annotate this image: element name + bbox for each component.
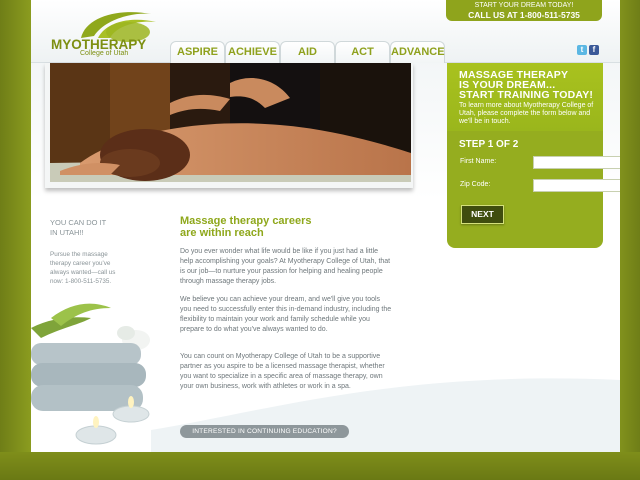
sidebar-heading-line1: YOU CAN DO IT (50, 218, 107, 227)
social-links: t f (577, 45, 599, 55)
footer-band (0, 452, 640, 480)
logo-subtitle: College of Utah (80, 50, 129, 57)
facebook-icon[interactable]: f (589, 45, 599, 55)
tab-act[interactable]: ACT (335, 41, 390, 63)
main-paragraph-1: Do you ever wonder what life would be li… (180, 248, 391, 285)
zip-code-field[interactable] (533, 179, 620, 192)
main-heading: Massage therapy careers are within reach (180, 215, 340, 239)
spa-towels-image (31, 303, 150, 445)
decorative-wave (151, 378, 620, 452)
sidebar-text: Pursue the massage therapy career you've… (50, 251, 116, 285)
form-heading-line3: START TRAINING TODAY! (459, 89, 594, 101)
hero-frame (45, 63, 413, 188)
tab-advance[interactable]: ADVANCE (390, 41, 445, 63)
sidebar-heading: YOU CAN DO IT IN UTAH!! (50, 218, 130, 238)
form-step: STEP 1 OF 2 (459, 139, 519, 150)
cta-line1: START YOUR DREAM TODAY! (474, 2, 574, 9)
next-button[interactable]: NEXT (461, 205, 504, 224)
main-heading-line1: Massage therapy careers (180, 215, 312, 227)
main-nav: ASPIRE ACHIEVE AID ACT ADVANCE (170, 41, 445, 63)
page-container: MYOTHERAPY College of Utah ASPIRE ACHIEV… (31, 0, 620, 452)
twitter-icon[interactable]: t (577, 45, 587, 55)
call-us-banner[interactable]: START YOUR DREAM TODAY! CALL US AT 1-800… (446, 0, 602, 21)
tab-aid[interactable]: AID (280, 41, 335, 63)
form-heading: MASSAGE THERAPY IS YOUR DREAM... START T… (459, 70, 594, 101)
tab-aspire[interactable]: ASPIRE (170, 41, 225, 63)
cta-phone: CALL US AT 1-800-511-5735 (468, 10, 580, 20)
hero-image (50, 63, 411, 182)
tab-achieve[interactable]: ACHIEVE (225, 41, 280, 63)
lead-form-panel: MASSAGE THERAPY IS YOUR DREAM... START T… (447, 63, 620, 248)
continuing-education-button[interactable]: INTERESTED IN CONTINUING EDUCATION? (180, 425, 349, 438)
first-name-field[interactable] (533, 156, 620, 169)
main-paragraph-2: We believe you can achieve your dream, a… (180, 296, 392, 333)
form-intro: To learn more about Myotherapy College o… (459, 102, 594, 125)
main-heading-line2: are within reach (180, 227, 264, 239)
sidebar-heading-line2: IN UTAH!! (50, 228, 84, 237)
first-name-label: First Name: (460, 158, 497, 165)
massage-photo-icon (50, 63, 411, 182)
zip-code-label: Zip Code: (460, 181, 491, 188)
